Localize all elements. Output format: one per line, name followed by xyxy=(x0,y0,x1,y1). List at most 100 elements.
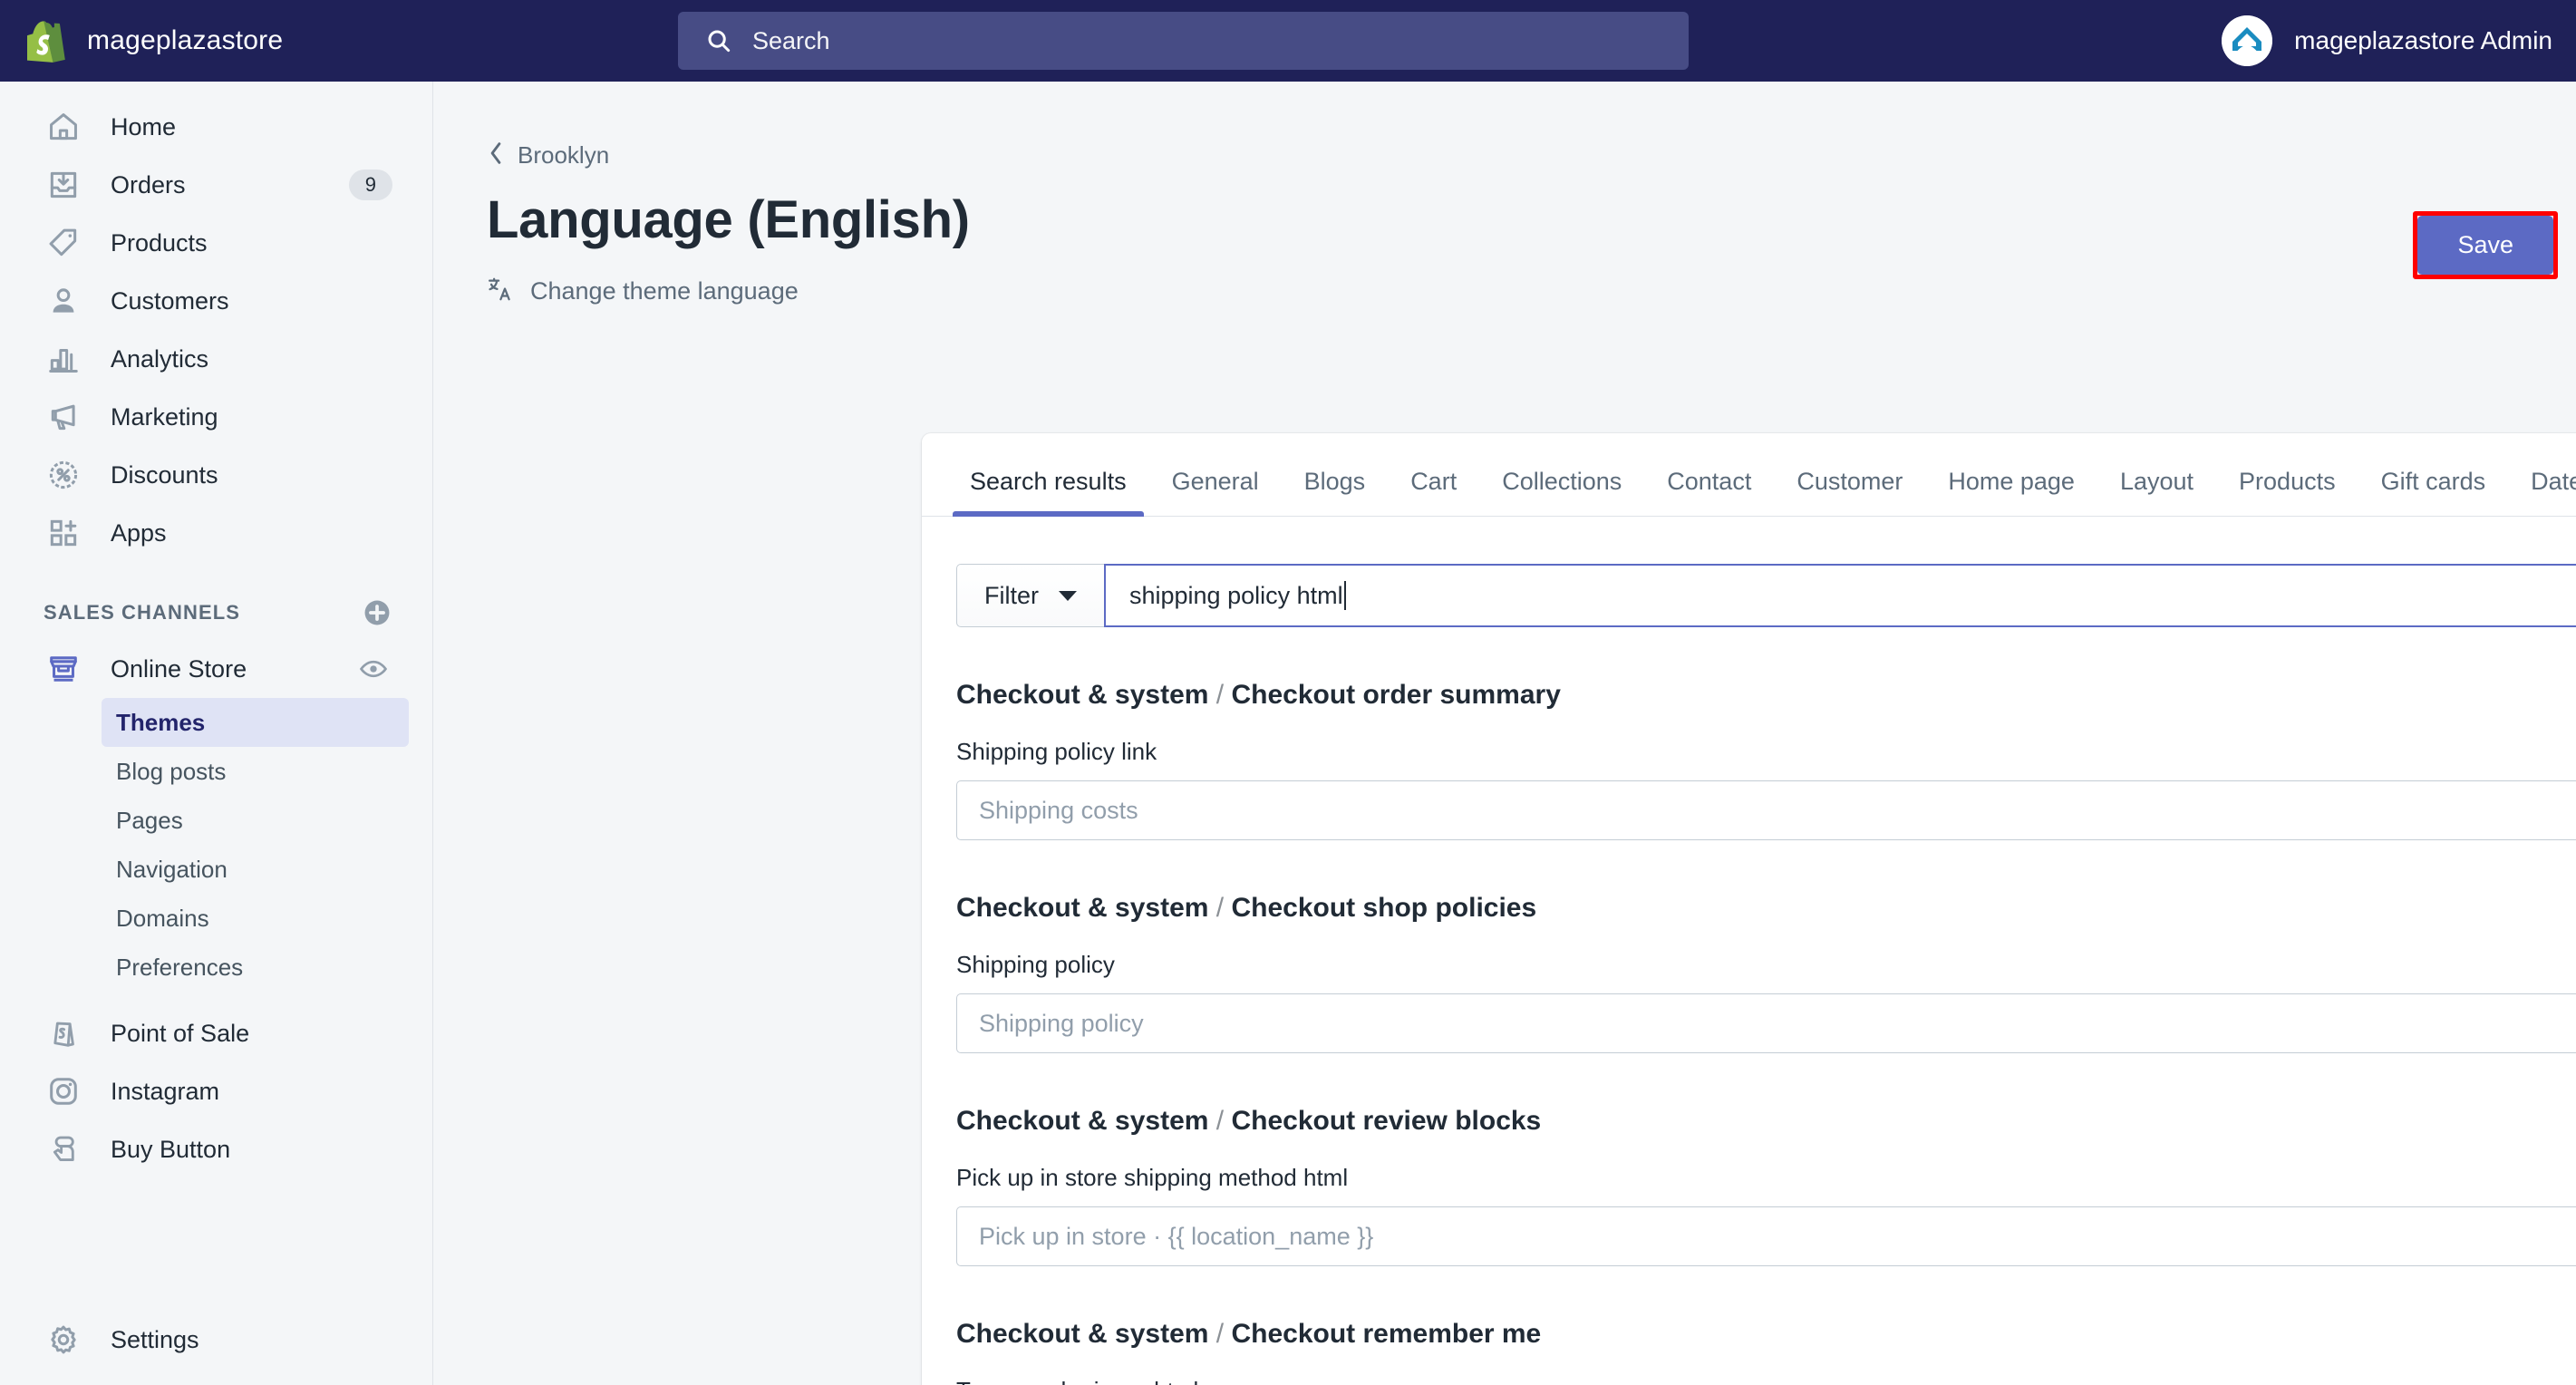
sidebar-item-products[interactable]: Products xyxy=(24,214,409,272)
page-title: Language (English) xyxy=(487,190,970,249)
filter-row: Filter shipping policy html xyxy=(956,564,2576,627)
tag-icon xyxy=(44,223,83,263)
result-group-separator: / xyxy=(1208,893,1232,923)
result-group: Checkout & system / Checkout review bloc… xyxy=(956,1106,2576,1266)
field-input[interactable]: Pick up in store · {{ location_name }} xyxy=(956,1206,2576,1266)
result-group-prefix: Checkout & system xyxy=(956,680,1209,710)
sidebar-item-blog-posts[interactable]: Blog posts xyxy=(102,747,409,796)
shopify-pos-icon xyxy=(44,1013,83,1053)
tab-collections[interactable]: Collections xyxy=(1479,468,1644,516)
sidebar-subitem-label: Navigation xyxy=(116,855,228,883)
sidebar-item-customers[interactable]: Customers xyxy=(24,272,409,330)
chevron-down-icon xyxy=(1059,590,1077,601)
brand-home-link[interactable]: mageplazastore xyxy=(0,0,433,82)
result-group-separator: / xyxy=(1208,1106,1232,1136)
sidebar-item-navigation[interactable]: Navigation xyxy=(102,845,409,894)
top-bar: mageplazastore Search mageplazastore Adm… xyxy=(0,0,2576,82)
translate-icon xyxy=(487,276,514,307)
home-icon xyxy=(44,107,83,147)
sidebar-item-label: Online Store xyxy=(111,654,247,683)
sidebar-subitem-label: Domains xyxy=(116,904,209,932)
sales-channels-header: SALES CHANNELS xyxy=(0,595,432,631)
tab-home-page[interactable]: Home page xyxy=(1925,468,2097,516)
filter-dropdown-button[interactable]: Filter xyxy=(956,564,1104,627)
language-editor-card: Search results General Blogs Cart Collec… xyxy=(922,433,2576,1385)
sidebar-item-analytics[interactable]: Analytics xyxy=(24,330,409,388)
tab-date-formats[interactable]: Date formats xyxy=(2508,468,2576,516)
tab-contact[interactable]: Contact xyxy=(1644,468,1774,516)
tab-products[interactable]: Products xyxy=(2216,468,2358,516)
tab-label: Layout xyxy=(2119,468,2194,495)
tab-cart[interactable]: Cart xyxy=(1388,468,1479,516)
tab-gift-cards[interactable]: Gift cards xyxy=(2358,468,2509,516)
sidebar-item-label: Analytics xyxy=(111,344,209,373)
sidebar-item-themes[interactable]: Themes xyxy=(102,698,409,747)
result-group-title: Checkout & system / Checkout shop polici… xyxy=(956,893,2576,924)
breadcrumb-label: Brooklyn xyxy=(518,141,610,169)
sidebar-item-apps[interactable]: Apps xyxy=(24,504,409,562)
tab-general[interactable]: General xyxy=(1149,468,1282,516)
plus-circle-icon[interactable] xyxy=(362,597,392,628)
eye-icon[interactable] xyxy=(358,654,389,684)
result-group-title: Checkout & system / Checkout order summa… xyxy=(956,680,2576,711)
result-group-title: Checkout & system / Checkout remember me xyxy=(956,1319,2576,1350)
result-group-prefix: Checkout & system xyxy=(956,893,1209,923)
sidebar-item-home[interactable]: Home xyxy=(24,98,409,156)
tab-blogs[interactable]: Blogs xyxy=(1282,468,1389,516)
sidebar-item-buy-button[interactable]: Buy Button xyxy=(24,1120,409,1178)
sidebar-item-instagram[interactable]: Instagram xyxy=(24,1062,409,1120)
field-placeholder: Pick up in store · {{ location_name }} xyxy=(979,1222,1374,1250)
sidebar-item-label: Customers xyxy=(111,286,229,315)
orders-inbox-icon xyxy=(44,165,83,205)
sidebar-item-marketing[interactable]: Marketing xyxy=(24,388,409,446)
tab-label: Customer xyxy=(1796,468,1903,495)
global-search-placeholder: Search xyxy=(752,26,830,54)
tab-label: Cart xyxy=(1410,468,1457,495)
result-group-title: Checkout & system / Checkout review bloc… xyxy=(956,1106,2576,1137)
change-theme-language-label: Change theme language xyxy=(530,277,799,305)
save-button-highlight: Save xyxy=(2413,211,2558,279)
instagram-icon xyxy=(44,1071,83,1111)
result-group-prefix: Checkout & system xyxy=(956,1319,1209,1349)
sidebar-item-domains[interactable]: Domains xyxy=(102,894,409,943)
tab-search-results[interactable]: Search results xyxy=(947,468,1149,517)
sidebar-item-orders[interactable]: Orders 9 xyxy=(24,156,409,214)
sidebar-item-online-store[interactable]: Online Store xyxy=(24,640,409,698)
change-theme-language-link[interactable]: Change theme language xyxy=(487,276,799,307)
user-menu[interactable]: mageplazastore Admin xyxy=(2222,0,2552,82)
sidebar-item-label: Products xyxy=(111,228,208,257)
search-input-value: shipping policy html xyxy=(1129,581,1343,609)
global-search[interactable]: Search xyxy=(678,12,1689,70)
sidebar-subitem-label: Pages xyxy=(116,806,183,834)
breadcrumb[interactable]: Brooklyn xyxy=(487,141,609,169)
result-group-suffix: Checkout order summary xyxy=(1231,680,1561,710)
text-cursor xyxy=(1343,581,1346,610)
user-name: mageplazastore Admin xyxy=(2294,26,2552,54)
search-icon xyxy=(705,27,732,54)
buy-button-icon xyxy=(44,1129,83,1169)
sidebar-item-label: Point of Sale xyxy=(111,1019,250,1047)
sidebar-item-preferences[interactable]: Preferences xyxy=(102,943,409,992)
sidebar-item-pages[interactable]: Pages xyxy=(102,796,409,845)
tab-customer[interactable]: Customer xyxy=(1774,468,1925,516)
field-placeholder: Shipping policy xyxy=(979,1009,1144,1037)
tab-label: Search results xyxy=(970,468,1127,495)
field-label: Terms and privacy html xyxy=(956,1377,2576,1385)
tab-label: Contact xyxy=(1667,468,1752,495)
sidebar-item-label: Discounts xyxy=(111,460,218,489)
save-button[interactable]: Save xyxy=(2417,216,2553,275)
sidebar-item-discounts[interactable]: Discounts xyxy=(24,446,409,504)
shopify-bag-icon xyxy=(26,19,67,63)
store-name: mageplazastore xyxy=(87,25,284,55)
search-input[interactable]: shipping policy html xyxy=(1104,564,2576,627)
tab-layout[interactable]: Layout xyxy=(2097,468,2216,516)
field-input[interactable]: Shipping policy xyxy=(956,993,2576,1053)
field-input[interactable]: Shipping costs xyxy=(956,780,2576,840)
field-label: Pick up in store shipping method html xyxy=(956,1164,1349,1191)
sidebar-item-point-of-sale[interactable]: Point of Sale xyxy=(24,1004,409,1062)
result-group: Checkout & system / Checkout remember me… xyxy=(956,1319,2576,1385)
tab-label: Gift cards xyxy=(2380,468,2486,495)
tab-label: Date formats xyxy=(2531,468,2576,495)
storefront-icon xyxy=(44,649,83,689)
sidebar-item-settings[interactable]: Settings xyxy=(24,1311,409,1369)
